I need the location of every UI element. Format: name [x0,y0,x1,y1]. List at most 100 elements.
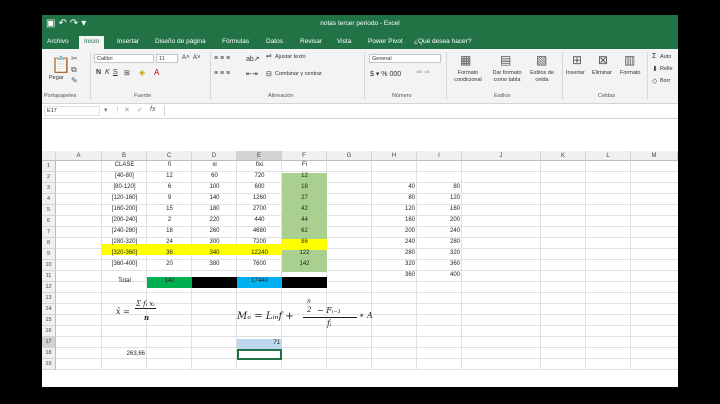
cell-fi[interactable]: 36 [147,250,192,256]
cell-clase[interactable]: [40-80] [102,173,147,179]
cell-xi[interactable]: 140 [192,195,237,201]
header-clase[interactable]: CLASE [102,162,147,168]
cell-i[interactable]: 240 [417,228,460,234]
cell-h[interactable]: 40 [372,184,415,190]
cell-Fi[interactable]: 62 [282,228,327,234]
column-header-l[interactable]: L [586,151,631,161]
align-left-icon[interactable]: ≡ ≡ ≡ [214,70,230,77]
cell-i[interactable]: 80 [417,184,460,190]
column-header-j[interactable]: J [462,151,541,161]
cell-i[interactable]: 120 [417,195,460,201]
cell-i[interactable]: 360 [417,261,460,267]
active-cell-e17[interactable] [237,349,282,360]
column-header-g[interactable]: G [327,151,372,161]
cell-fixi[interactable]: 720 [237,173,282,179]
cell-fi[interactable]: 2 [147,217,192,223]
borders-icon[interactable]: ⊞ [124,69,130,77]
row-header-12[interactable]: 12 [42,282,56,293]
header-fi[interactable]: fi [147,162,192,168]
row-header-2[interactable]: 2 [42,172,56,183]
shrink-font-icon[interactable]: A˅ [193,55,201,61]
column-header-k[interactable]: K [541,151,586,161]
merge-icon[interactable]: ⊟ [266,70,272,78]
cell-h[interactable]: 160 [372,217,415,223]
cell-h[interactable]: 120 [372,206,415,212]
cell-clase[interactable]: [360-400] [102,261,147,267]
cell-fi[interactable]: 24 [147,239,192,245]
font-size-select[interactable]: 11 [156,54,178,63]
cell-clase[interactable]: [200-240] [102,217,147,223]
cell-i[interactable]: 160 [417,206,460,212]
header-fixi[interactable]: fixi [237,162,282,168]
cell-h[interactable]: 240 [372,239,415,245]
autosum-icon[interactable]: Σ [652,53,656,60]
name-box[interactable]: E17 [44,106,100,116]
cell-fi[interactable]: 20 [147,261,192,267]
insert-function-icon[interactable]: fx [150,106,155,113]
italic-icon[interactable]: K [105,69,110,76]
row-header-8[interactable]: 8 [42,238,56,249]
column-header-e[interactable]: E [237,151,282,161]
tab-formulas[interactable]: Fórmulas [222,38,249,45]
total-fi[interactable]: 142 [147,278,192,284]
cut-icon[interactable]: ✂ [71,54,78,63]
bold-icon[interactable]: N [96,69,101,76]
cell-Fi[interactable]: 122 [282,250,327,256]
cell-h[interactable]: 360 [372,272,415,278]
row-header-7[interactable]: 7 [42,227,56,238]
row-header-3[interactable]: 3 [42,183,56,194]
tab-vista[interactable]: Vista [337,38,351,45]
row-header-14[interactable]: 14 [42,304,56,315]
cell-fi[interactable]: 9 [147,195,192,201]
cell-Fi[interactable]: 86 [282,239,327,245]
column-header-f[interactable]: F [282,151,327,161]
cell-xi[interactable]: 260 [192,228,237,234]
cell-fi[interactable]: 18 [147,228,192,234]
font-color-icon[interactable]: A [154,68,159,77]
wrap-text-icon[interactable]: ⇌ [266,52,272,60]
insert-cells-icon[interactable]: ⊞ [572,53,582,67]
cell-clase[interactable]: [160-200] [102,206,147,212]
column-header-a[interactable]: A [56,151,102,161]
align-top-icon[interactable]: ≡ ≡ ≡ [214,55,230,62]
merge-center-button[interactable]: Combinar y centrar [275,71,322,77]
delete-cells-icon[interactable]: ⊠ [598,53,608,67]
decimal-icon[interactable]: ⁺⁰ ⁻⁰ [416,70,429,77]
conditional-format-icon[interactable]: ▦ [460,53,471,67]
cell-xi[interactable]: 340 [192,250,237,256]
cell-styles-icon[interactable]: ▧ [536,53,547,67]
fill-button[interactable]: Relle [660,66,673,72]
cell-i[interactable]: 400 [417,272,460,278]
cell-fixi[interactable]: 1260 [237,195,282,201]
paste-icon[interactable]: 📋 [51,55,71,75]
cell-xi[interactable]: 180 [192,206,237,212]
tab-insertar[interactable]: Insertar [117,38,139,45]
format-as-table-button[interactable]: Dar formato como tabla [489,70,525,84]
cell-Fi[interactable]: 18 [282,184,327,190]
cell-clase[interactable]: [80-120] [102,184,147,190]
cell-fixi[interactable]: 12240 [237,250,282,256]
cell-fixi[interactable]: 600 [237,184,282,190]
column-header-i[interactable]: I [417,151,462,161]
row-header-11[interactable]: 11 [42,271,56,282]
cell-clase[interactable]: [280-320] [102,239,147,245]
cancel-icon[interactable]: ✕ [124,106,130,114]
cell-clase[interactable]: [240-280] [102,228,147,234]
delete-cells-button[interactable]: Eliminar [592,70,612,76]
tab-datos[interactable]: Datos [266,38,283,45]
cell-Fi[interactable]: 12 [282,173,327,179]
cell-fixi[interactable]: 2700 [237,206,282,212]
column-header-b[interactable]: B [102,151,147,161]
cell-h[interactable]: 280 [372,250,415,256]
row-header-16[interactable]: 16 [42,326,56,337]
cell-xi[interactable]: 100 [192,184,237,190]
cell-i[interactable]: 320 [417,250,460,256]
tab-archivo[interactable]: Archivo [47,38,69,45]
cell-Fi[interactable]: 27 [282,195,327,201]
cell-h[interactable]: 80 [372,195,415,201]
tab-inicio[interactable]: Inicio [79,36,105,49]
cell-h[interactable]: 200 [372,228,415,234]
clear-icon[interactable]: ◇ [652,77,657,85]
tab-power-pivot[interactable]: Power Pivot [368,38,403,45]
cell-fi[interactable]: 12 [147,173,192,179]
